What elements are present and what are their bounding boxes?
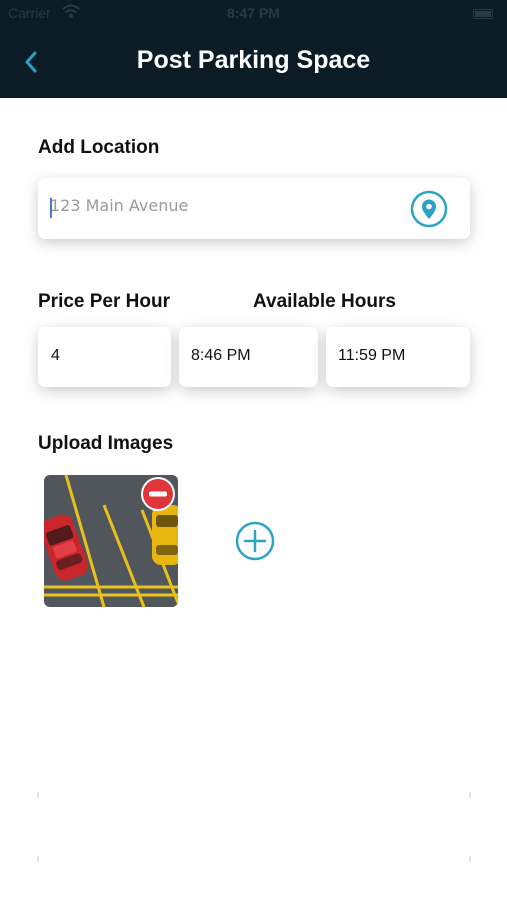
plus-circle-icon [235, 521, 275, 561]
start-time-value[interactable]: 8:46 PM [191, 347, 251, 365]
end-time-value[interactable]: 11:59 PM [338, 347, 405, 365]
nav-header: Carrier 8:47 PM Post Parking Space [0, 0, 507, 98]
battery-icon [473, 9, 493, 19]
location-placeholder[interactable]: 123 Main Avenue [50, 196, 188, 215]
location-field[interactable]: 123 Main Avenue [38, 178, 470, 239]
bottom-placeholder-area [36, 790, 472, 864]
end-time-field[interactable]: 11:59 PM [326, 327, 470, 387]
location-pin-button[interactable] [410, 190, 448, 228]
status-time: 8:47 PM [227, 5, 280, 21]
status-bar: Carrier 8:47 PM [0, 4, 507, 25]
minus-circle-icon [141, 477, 175, 511]
upload-images-label: Upload Images [38, 433, 174, 454]
add-image-button[interactable] [234, 520, 276, 562]
available-hours-label: Available Hours [253, 291, 396, 312]
add-location-label: Add Location [38, 137, 160, 158]
start-time-field[interactable]: 8:46 PM [179, 327, 318, 387]
remove-image-button[interactable] [140, 476, 176, 512]
map-pin-icon [410, 190, 448, 228]
price-value[interactable]: 4 [51, 347, 60, 365]
price-field[interactable]: 4 [38, 327, 171, 387]
page-title: Post Parking Space [136, 46, 371, 74]
price-per-hour-label: Price Per Hour [38, 291, 170, 312]
